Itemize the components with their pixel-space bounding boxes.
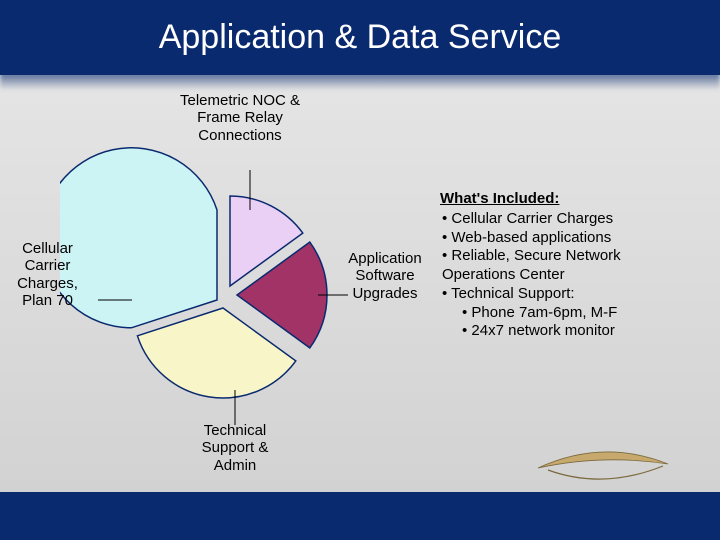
included-subitem-text: Phone 7am-6pm, M-F	[471, 304, 617, 321]
included-box: What's Included: • Cellular Carrier Char…	[440, 190, 690, 341]
pie-label-noc: Telemetric NOC & Frame Relay Connections	[170, 92, 310, 144]
logo-swoosh-icon	[528, 446, 678, 486]
included-item: • Reliable, Secure Network Operations Ce…	[442, 247, 690, 285]
included-item-text: Reliable, Secure Network Operations Cent…	[442, 247, 621, 283]
pie-label-app: Application Software Upgrades	[335, 250, 435, 302]
included-item: • Cellular Carrier Charges	[442, 210, 690, 229]
pie-label-cellular: Cellular Carrier Charges, Plan 70	[0, 240, 95, 309]
included-subitem-text: 24x7 network monitor	[471, 322, 614, 339]
included-item-text: Technical Support:	[451, 285, 574, 302]
included-item: • Web-based applications	[442, 229, 690, 248]
bottom-bar	[0, 492, 720, 540]
pie-label-support: Technical Support & Admin	[180, 422, 290, 474]
slide: Application & Data Service Telemetric NO…	[0, 0, 720, 540]
included-subitem: • Phone 7am-6pm, M-F	[462, 304, 690, 323]
pie-slice-support	[137, 308, 295, 398]
slide-title: Application & Data Service	[0, 18, 720, 57]
title-bar-shadow	[0, 72, 720, 90]
included-heading: What's Included:	[440, 190, 690, 209]
included-item-text: Web-based applications	[451, 229, 611, 246]
included-subitem: • 24x7 network monitor	[462, 322, 690, 341]
included-item: • Technical Support:	[442, 285, 690, 304]
included-item-text: Cellular Carrier Charges	[451, 210, 613, 227]
pie-chart: Telemetric NOC & Frame Relay Connections…	[60, 130, 390, 460]
